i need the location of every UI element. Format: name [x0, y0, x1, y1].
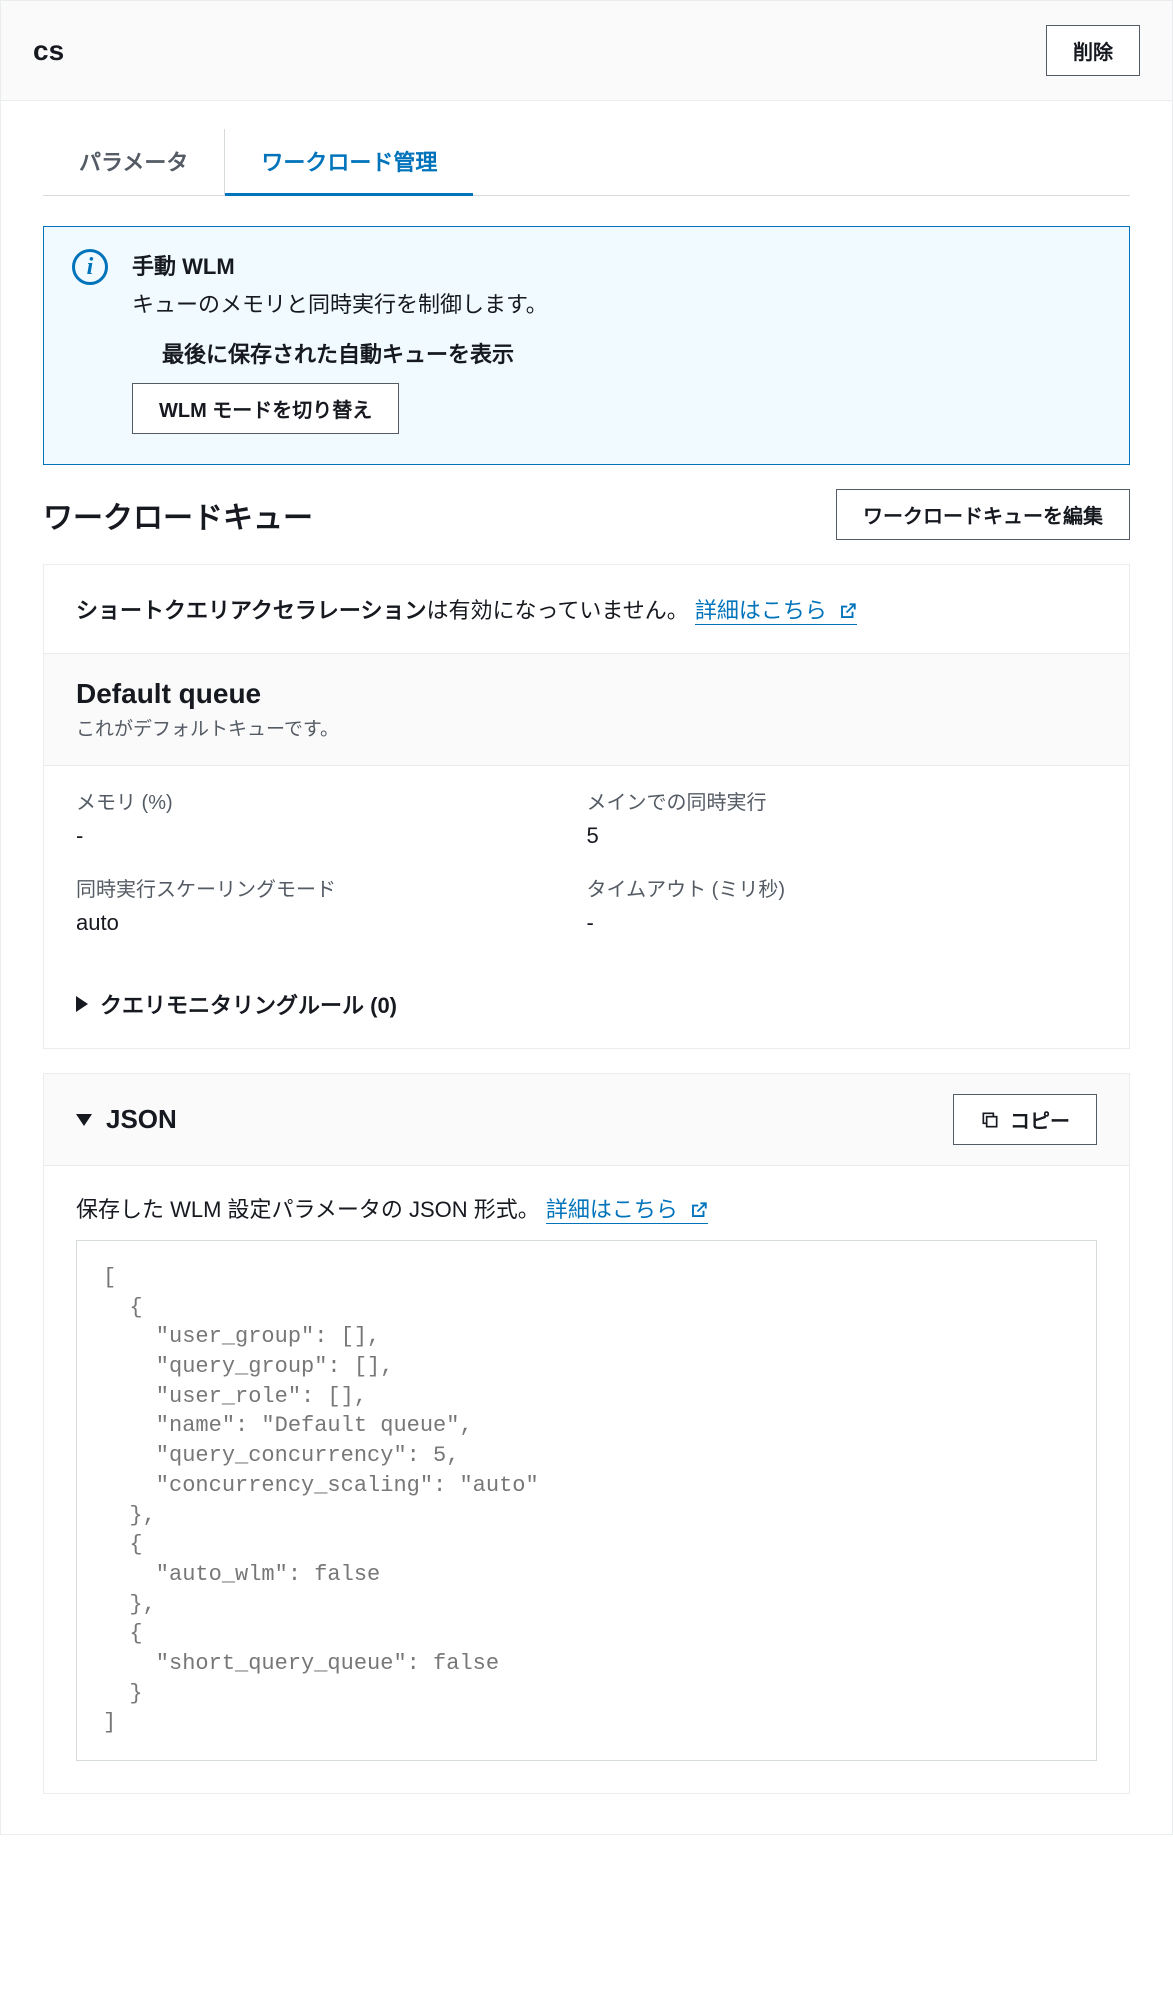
memory-value: - — [76, 823, 587, 849]
timeout-label: タイムアウト (ミリ秒) — [587, 873, 1098, 902]
tab-wlm[interactable]: ワークロード管理 — [225, 129, 473, 196]
info-sub: 最後に保存された自動キューを表示 — [162, 337, 1101, 369]
json-expander[interactable]: JSON — [76, 1104, 177, 1135]
workload-card: ショートクエリアクセラレーションは有効になっていません。 詳細はこちら Defa… — [43, 564, 1130, 1049]
json-code-block: [ { "user_group": [], "query_group": [],… — [76, 1240, 1097, 1761]
page-title: cs — [33, 35, 64, 67]
tab-parameters[interactable]: パラメータ — [43, 129, 225, 195]
chevron-down-icon — [76, 1114, 92, 1126]
concurrency-value: 5 — [587, 823, 1098, 849]
workload-section-header: ワークロードキュー ワークロードキューを編集 — [43, 489, 1130, 540]
rules-label: クエリモニタリングルール (0) — [100, 988, 397, 1020]
tabs: パラメータ ワークロード管理 — [43, 129, 1130, 196]
scaling-label: 同時実行スケーリングモード — [76, 873, 587, 902]
edit-workload-queues-button[interactable]: ワークロードキューを編集 — [836, 489, 1130, 540]
sqa-row: ショートクエリアクセラレーションは有効になっていません。 詳細はこちら — [44, 565, 1129, 654]
delete-button[interactable]: 削除 — [1046, 25, 1140, 76]
json-card: JSON コピー 保存した WLM 設定パラメータの JSON 形式。 詳細はこ… — [43, 1073, 1130, 1794]
queue-header: Default queue これがデフォルトキューです。 — [44, 654, 1129, 766]
json-desc: 保存した WLM 設定パラメータの JSON 形式。 詳細はこちら — [44, 1166, 1129, 1240]
sqa-learn-more-link[interactable]: 詳細はこちら — [695, 598, 857, 625]
external-link-icon — [839, 602, 857, 620]
queue-title: Default queue — [76, 678, 1097, 710]
info-title: 手動 WLM — [132, 249, 1101, 281]
timeout-value: - — [587, 910, 1098, 936]
concurrency-label: メインでの同時実行 — [587, 786, 1098, 815]
queue-properties: メモリ (%) - メインでの同時実行 5 同時実行スケーリングモード auto… — [44, 766, 1129, 970]
switch-wlm-mode-button[interactable]: WLM モードを切り替え — [132, 383, 399, 434]
scaling-value: auto — [76, 910, 587, 936]
sqa-status: は有効になっていません。 — [426, 598, 688, 623]
page-header: cs 削除 — [1, 1, 1172, 101]
info-icon: i — [72, 249, 108, 285]
json-header: JSON コピー — [44, 1074, 1129, 1166]
json-learn-more-link[interactable]: 詳細はこちら — [546, 1197, 708, 1224]
query-monitoring-rules-expander[interactable]: クエリモニタリングルール (0) — [44, 970, 1129, 1048]
chevron-right-icon — [76, 996, 88, 1012]
sqa-label: ショートクエリアクセラレーション — [76, 598, 426, 623]
info-desc: キューのメモリと同時実行を制御します。 — [132, 287, 1101, 319]
workload-title: ワークロードキュー — [43, 493, 313, 537]
json-title: JSON — [106, 1104, 177, 1135]
queue-subtitle: これがデフォルトキューです。 — [76, 714, 1097, 741]
external-link-icon — [690, 1201, 708, 1219]
memory-label: メモリ (%) — [76, 786, 587, 815]
copy-icon — [980, 1110, 1000, 1130]
copy-button[interactable]: コピー — [953, 1094, 1097, 1145]
info-panel: i 手動 WLM キューのメモリと同時実行を制御します。 最後に保存された自動キ… — [43, 226, 1130, 465]
